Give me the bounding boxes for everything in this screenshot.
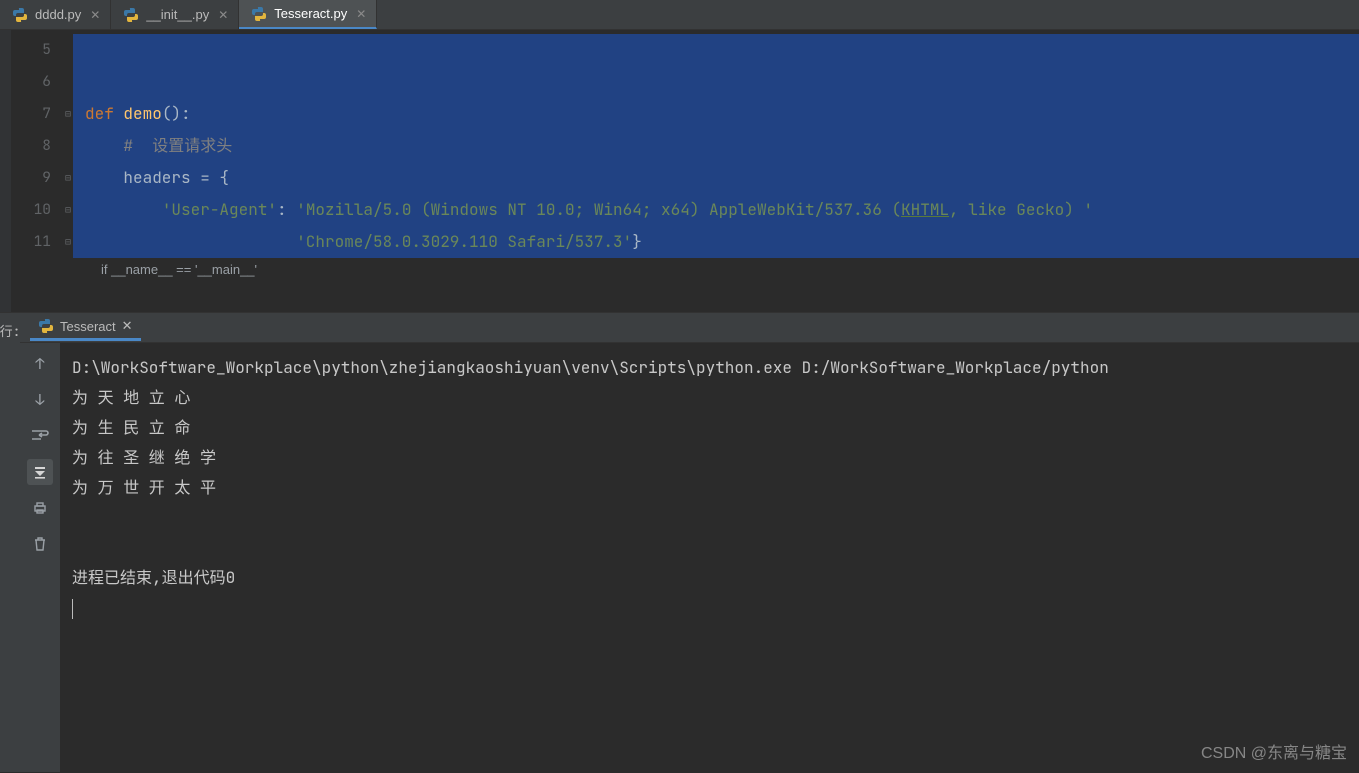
run-main: Tesseract ✕ ↑ ↓ D:\WorkSoftware_Workplac… xyxy=(20,313,1359,772)
breadcrumb[interactable]: if __name__ == '__main__' xyxy=(73,258,1359,282)
console-line: 为 生 民 立 命 xyxy=(72,417,190,438)
fold-icon[interactable]: ⊟ xyxy=(65,194,71,226)
line-number: 7⊟ xyxy=(11,98,73,130)
run-tab[interactable]: Tesseract ✕ xyxy=(30,314,141,341)
left-gutter-strip xyxy=(0,30,11,312)
line-gutter: 5 6 7⊟ 8 9⊟ 10⊟ 11⊟ xyxy=(11,30,73,312)
close-icon[interactable]: ✕ xyxy=(90,8,100,22)
code-line: 'Chrome/58.0.3029.110 Safari/537.3'} xyxy=(73,226,1359,258)
console-line: D:\WorkSoftware_Workplace\python\zhejian… xyxy=(72,357,1109,378)
python-icon xyxy=(123,7,139,23)
print-icon[interactable] xyxy=(27,495,53,521)
code-line: 'User-Agent': 'Mozilla/5.0 (Windows NT 1… xyxy=(73,194,1359,226)
run-body: ↑ ↓ D:\WorkSoftware_Workplace\python\zhe… xyxy=(20,343,1359,772)
code-line: headers = { xyxy=(73,162,1359,194)
close-icon[interactable]: ✕ xyxy=(218,8,228,22)
tab-label: dddd.py xyxy=(35,7,81,22)
line-number: 8 xyxy=(11,130,73,162)
code-body[interactable]: def demo(): # 设置请求头 headers = { 'User-Ag… xyxy=(73,30,1359,312)
editor-area: 5 6 7⊟ 8 9⊟ 10⊟ 11⊟ def demo(): # 设置请求头 … xyxy=(0,30,1359,312)
tab-dddd[interactable]: dddd.py ✕ xyxy=(0,0,111,29)
line-number: 11⊟ xyxy=(11,226,73,258)
run-tool-window: 行: Tesseract ✕ ↑ ↓ D:\WorkSoftware_Workp… xyxy=(0,312,1359,772)
code-line xyxy=(73,66,1359,98)
scroll-to-end-icon[interactable] xyxy=(27,459,53,485)
python-icon xyxy=(251,6,267,22)
console-line: 进程已结束,退出代码0 xyxy=(72,567,235,588)
tab-label: __init__.py xyxy=(146,7,209,22)
scroll-up-icon[interactable]: ↑ xyxy=(27,351,53,377)
console-line: 为 往 圣 继 绝 学 xyxy=(72,447,216,468)
scroll-down-icon[interactable]: ↓ xyxy=(27,387,53,413)
fold-icon[interactable]: ⊟ xyxy=(65,162,71,194)
editor-tabs-bar: dddd.py ✕ __init__.py ✕ Tesseract.py ✕ xyxy=(0,0,1359,30)
text-cursor xyxy=(72,599,73,619)
line-number: 9⊟ xyxy=(11,162,73,194)
line-number: 5 xyxy=(11,34,73,66)
python-icon xyxy=(12,7,28,23)
tab-label: Tesseract.py xyxy=(274,6,347,21)
run-tab-label: Tesseract xyxy=(60,319,116,334)
code-line: # 设置请求头 xyxy=(73,130,1359,162)
soft-wrap-icon[interactable] xyxy=(27,423,53,449)
run-window-label[interactable]: 行: xyxy=(0,313,20,772)
tab-tesseract[interactable]: Tesseract.py ✕ xyxy=(239,0,377,29)
run-tab-bar: Tesseract ✕ xyxy=(20,313,1359,343)
close-icon[interactable]: ✕ xyxy=(122,318,133,334)
fold-icon[interactable]: ⊟ xyxy=(65,226,71,258)
tab-init[interactable]: __init__.py ✕ xyxy=(111,0,239,29)
code-line: def demo(): xyxy=(73,98,1359,130)
close-icon[interactable]: ✕ xyxy=(356,7,366,21)
run-toolbar: ↑ ↓ xyxy=(20,343,60,772)
line-number: 6 xyxy=(11,66,73,98)
trash-icon[interactable] xyxy=(27,531,53,557)
line-number: 10⊟ xyxy=(11,194,73,226)
code-line xyxy=(73,34,1359,66)
console-line: 为 天 地 立 心 xyxy=(72,387,190,408)
fold-icon[interactable]: ⊟ xyxy=(65,98,71,130)
python-icon xyxy=(38,318,54,334)
console-output[interactable]: D:\WorkSoftware_Workplace\python\zhejian… xyxy=(60,343,1359,772)
console-line: 为 万 世 开 太 平 xyxy=(72,477,216,498)
